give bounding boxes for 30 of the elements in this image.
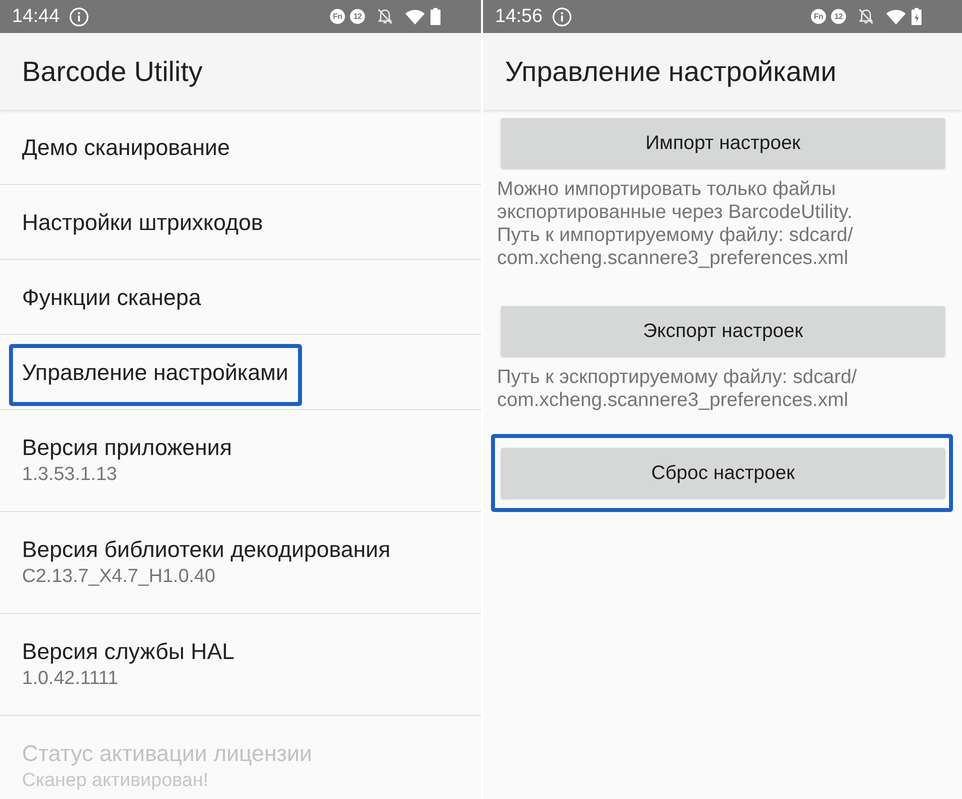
info-value: 1.0.42.1111 (22, 668, 118, 690)
info-value: 1.3.53.1.13 (22, 464, 118, 486)
status-badge: Fn (330, 9, 345, 24)
info-icon (552, 6, 572, 26)
app-title: Barcode Utility (22, 55, 203, 89)
description-text: Можно импортировать только файлы экспортированные через BarcodeUtility. Путь к импортируемому файлу: sdcard/ com.xcheng.scannere3_preferences.xml (497, 178, 854, 270)
status-time: 14:44 (12, 6, 60, 28)
description-text: Путь к эскпортируемому файлу: sdcard/ com.xcheng.scannere3_preferences.xml (497, 366, 858, 412)
menu-item[interactable]: Функции сканера (22, 284, 201, 310)
wifi-icon (886, 8, 906, 24)
action-button[interactable]: Сброс настроек (501, 448, 945, 498)
status-time: 14:56 (495, 6, 543, 28)
app-title: Управление настройками (505, 55, 836, 89)
menu-item[interactable]: Управление настройками (22, 358, 288, 386)
info-title: Версия приложения (22, 434, 232, 461)
info-icon (68, 6, 89, 26)
action-button[interactable]: Экспорт настроек (501, 306, 945, 356)
status-badge: 12 (350, 9, 365, 24)
menu-item[interactable]: Настройки штрихкодов (22, 208, 263, 236)
info-title: Версия службы HAL (22, 638, 235, 665)
bell-off-icon (377, 8, 393, 25)
menu-item[interactable]: Демо сканирование (22, 134, 230, 160)
wifi-icon (405, 8, 425, 24)
info-value: C2.13.7_X4.7_H1.0.40 (22, 566, 216, 588)
action-button[interactable]: Импорт настроек (501, 118, 945, 168)
info-title: Версия библиотеки декодирования (22, 536, 390, 563)
bell-off-icon (858, 8, 874, 25)
info-title: Статус активации лицензии (22, 740, 312, 767)
status-badge: 12 (831, 9, 846, 24)
status-badge: Fn (811, 9, 826, 24)
